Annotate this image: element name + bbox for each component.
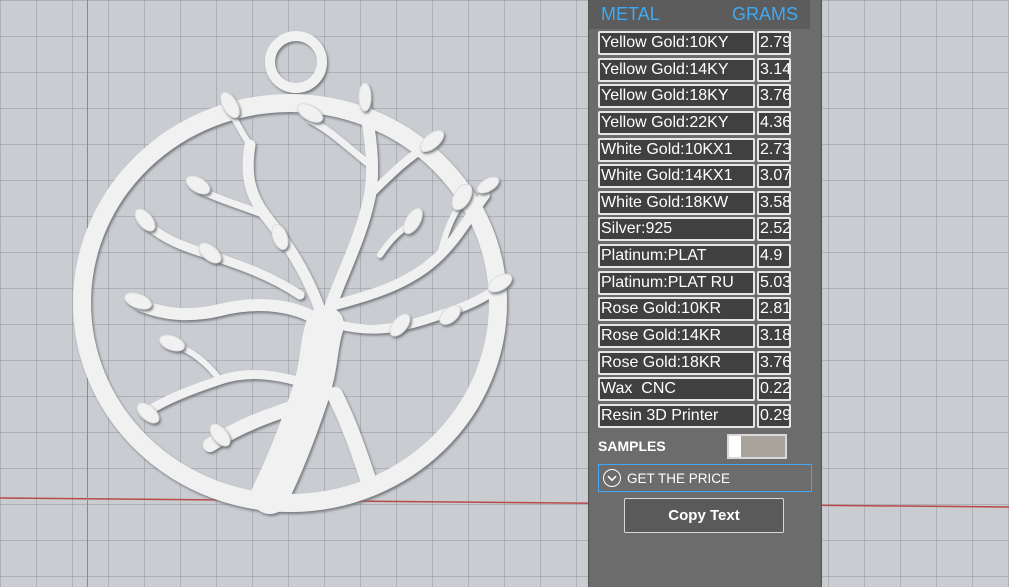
metal-row: Yellow Gold:10KY 2.79	[598, 31, 791, 55]
metal-column-header: METAL	[601, 4, 660, 24]
metal-row: Yellow Gold:18KY 3.76	[598, 84, 791, 109]
metal-name-field[interactable]: Resin 3D Printer	[598, 403, 755, 428]
grams-field[interactable]: 0.29	[757, 403, 791, 428]
metal-rows: Yellow Gold:10KY 2.79 Yellow Gold:14KY 3…	[598, 31, 791, 431]
grams-field[interactable]: 5.03	[757, 270, 791, 295]
panel-header: METAL GRAMS	[589, 0, 810, 29]
metal-row: Platinum:PLAT 4.9	[598, 244, 791, 269]
grams-field[interactable]: 3.14	[757, 57, 791, 82]
grams-column-header: GRAMS	[731, 4, 798, 24]
metal-name-field[interactable]: Wax CNC	[598, 377, 755, 402]
get-price-label: GET THE PRICE	[627, 470, 731, 486]
grams-field[interactable]: 0.22	[757, 377, 791, 402]
metal-name-field[interactable]: Platinum:PLAT	[598, 244, 755, 269]
copy-text-button[interactable]: Copy Text	[624, 498, 784, 533]
grams-field[interactable]: 2.52	[757, 217, 791, 242]
metal-row: Silver:925 2.52	[598, 217, 791, 242]
grams-field[interactable]: 3.18	[757, 324, 791, 349]
metal-row: White Gold:14KX1 3.07	[598, 164, 791, 189]
viewport[interactable]	[0, 0, 1009, 587]
metal-name-field[interactable]: Yellow Gold:22KY	[598, 110, 755, 135]
samples-toggle[interactable]	[727, 434, 787, 459]
metal-name-field[interactable]: Platinum:PLAT RU	[598, 270, 755, 295]
grams-field[interactable]: 2.81	[757, 297, 791, 322]
metal-row: Rose Gold:18KR 3.76	[598, 350, 791, 375]
grams-field[interactable]: 4.36	[757, 110, 791, 135]
metal-weight-panel: METAL GRAMS Yellow Gold:10KY 2.79 Yellow…	[588, 0, 822, 587]
grams-field[interactable]: 2.73	[757, 137, 791, 162]
metal-name-field[interactable]: Yellow Gold:10KY	[598, 31, 755, 55]
metal-name-field[interactable]: White Gold:18KW	[598, 190, 755, 215]
pendant-model[interactable]	[70, 25, 530, 520]
grams-field[interactable]: 3.07	[757, 164, 791, 189]
metal-name-field[interactable]: Silver:925	[598, 217, 755, 242]
metal-row: Rose Gold:14KR 3.18	[598, 324, 791, 349]
metal-row: Yellow Gold:14KY 3.14	[598, 57, 791, 82]
metal-name-field[interactable]: Rose Gold:10KR	[598, 297, 755, 322]
metal-name-field[interactable]: Yellow Gold:14KY	[598, 57, 755, 82]
grams-field[interactable]: 3.76	[757, 350, 791, 375]
grams-field[interactable]: 4.9	[757, 244, 791, 269]
metal-row: White Gold:10KX1 2.73	[598, 137, 791, 162]
metal-row: White Gold:18KW 3.58	[598, 190, 791, 215]
get-price-expander[interactable]: GET THE PRICE	[598, 464, 812, 492]
metal-row: Resin 3D Printer 0.29	[598, 403, 791, 428]
metal-row: Platinum:PLAT RU 5.03	[598, 270, 791, 295]
metal-name-field[interactable]: Rose Gold:14KR	[598, 324, 755, 349]
toggle-knob[interactable]	[729, 436, 741, 457]
grams-field[interactable]: 3.58	[757, 190, 791, 215]
chevron-down-circle-icon	[603, 469, 621, 487]
grams-field[interactable]: 2.79	[757, 31, 791, 55]
metal-row: Yellow Gold:22KY 4.36	[598, 110, 791, 135]
samples-label: SAMPLES	[598, 438, 666, 454]
grams-field[interactable]: 3.76	[757, 84, 791, 109]
metal-row: Wax CNC 0.22	[598, 377, 791, 402]
metal-name-field[interactable]: White Gold:10KX1	[598, 137, 755, 162]
metal-name-field[interactable]: Yellow Gold:18KY	[598, 84, 755, 109]
metal-row: Rose Gold:10KR 2.81	[598, 297, 791, 322]
metal-name-field[interactable]: White Gold:14KX1	[598, 164, 755, 189]
metal-name-field[interactable]: Rose Gold:18KR	[598, 350, 755, 375]
